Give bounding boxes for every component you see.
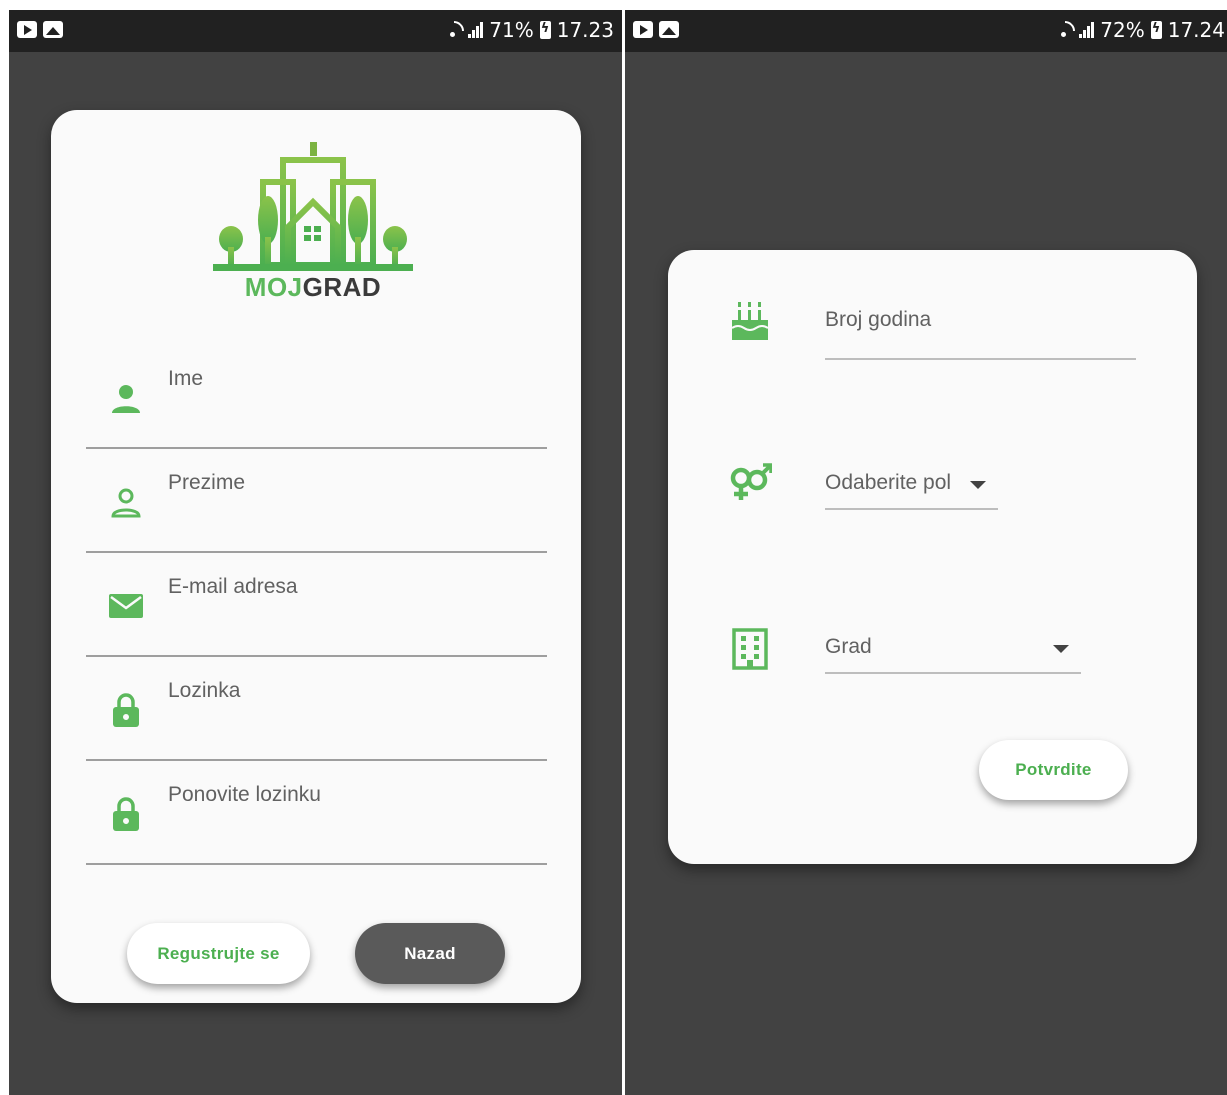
status-bar: 71% 17.23 bbox=[9, 10, 622, 52]
lock-icon bbox=[113, 797, 139, 831]
register-button[interactable]: Regustrujte se bbox=[127, 923, 310, 984]
registration-screen: 71% 17.23 bbox=[9, 10, 622, 1095]
password-field[interactable]: Lozinka bbox=[86, 655, 547, 761]
battery-charging-icon bbox=[539, 21, 551, 39]
last-name-field[interactable]: Prezime bbox=[86, 447, 547, 553]
wifi-icon bbox=[444, 21, 462, 39]
battery-percent: 72% bbox=[1100, 18, 1145, 42]
signal-icon bbox=[468, 22, 484, 38]
first-name-placeholder: Ime bbox=[168, 367, 204, 390]
registration-card: MOJGRAD Ime Prezime E-mail adresa Lozink… bbox=[51, 110, 581, 1003]
wifi-icon bbox=[1055, 21, 1073, 39]
logo-wordmark: MOJGRAD bbox=[244, 272, 382, 302]
email-placeholder: E-mail adresa bbox=[168, 575, 298, 598]
battery-charging-icon bbox=[1150, 21, 1162, 39]
youtube-notification-icon bbox=[17, 21, 37, 38]
first-name-field[interactable]: Ime bbox=[86, 343, 547, 449]
status-time: 17.23 bbox=[556, 18, 614, 42]
youtube-notification-icon bbox=[633, 21, 653, 38]
email-field[interactable]: E-mail adresa bbox=[86, 551, 547, 657]
gender-placeholder: Odaberite pol bbox=[825, 471, 952, 494]
age-placeholder: Broj godina bbox=[825, 308, 932, 331]
profile-card: Broj godina Odaberite pol Grad Potvrdite bbox=[668, 250, 1197, 864]
top-strip bbox=[0, 0, 1227, 10]
cake-icon bbox=[731, 302, 769, 340]
building-icon bbox=[732, 628, 768, 670]
repeat-password-field[interactable]: Ponovite lozinku bbox=[86, 759, 547, 865]
city-placeholder: Grad bbox=[825, 635, 872, 658]
person-outline-icon bbox=[111, 488, 141, 518]
status-bar: 72% 17.24 bbox=[625, 10, 1227, 52]
chevron-down-icon bbox=[970, 481, 986, 489]
person-icon bbox=[112, 385, 140, 413]
battery-percent: 71% bbox=[489, 18, 534, 42]
lock-icon bbox=[113, 693, 139, 727]
signal-icon bbox=[1079, 22, 1095, 38]
repeat-password-placeholder: Ponovite lozinku bbox=[168, 783, 321, 806]
mojgrad-logo: MOJGRAD bbox=[213, 142, 413, 304]
city-logo-icon bbox=[213, 142, 413, 271]
gallery-notification-icon bbox=[659, 21, 679, 38]
status-time: 17.24 bbox=[1167, 18, 1225, 42]
password-placeholder: Lozinka bbox=[168, 679, 241, 702]
last-name-placeholder: Prezime bbox=[168, 471, 246, 494]
age-underline bbox=[825, 358, 1136, 360]
profile-details-screen: 72% 17.24 Broj godina bbox=[625, 10, 1227, 1095]
gender-underline bbox=[825, 508, 998, 510]
confirm-button[interactable]: Potvrdite bbox=[979, 740, 1128, 800]
city-underline bbox=[825, 672, 1081, 674]
back-button[interactable]: Nazad bbox=[355, 923, 505, 984]
email-icon bbox=[109, 594, 143, 618]
chevron-down-icon bbox=[1053, 645, 1069, 653]
gallery-notification-icon bbox=[43, 21, 63, 38]
gender-icon bbox=[730, 463, 772, 500]
